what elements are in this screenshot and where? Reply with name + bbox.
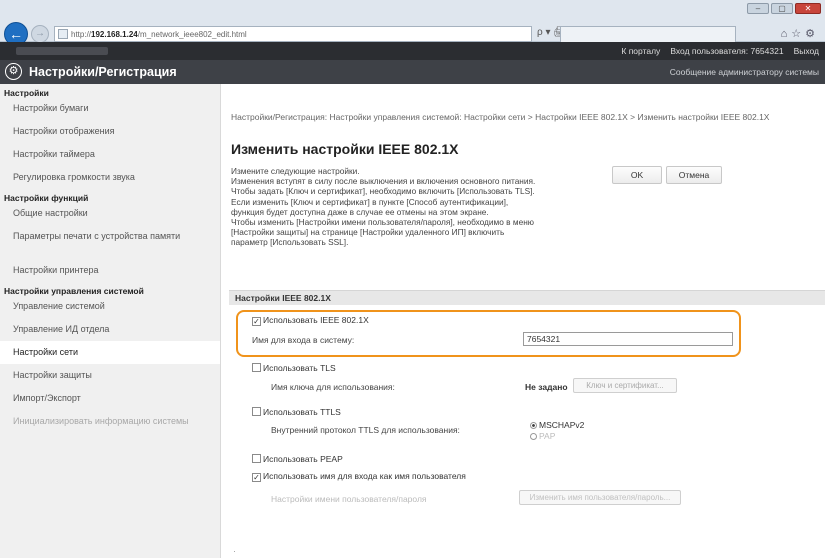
mschap-radio[interactable] — [530, 422, 537, 429]
sidebar-item-memory-print[interactable]: Параметры печати с устройства памяти — [0, 225, 220, 259]
sidebar-section-title: Настройки функций — [4, 193, 89, 203]
sidebar-item-system[interactable]: Управление системой — [0, 295, 220, 318]
use-tls-label: Использовать TLS — [263, 363, 336, 373]
sidebar-item-timer[interactable]: Настройки таймера — [0, 143, 220, 166]
use-ieee-checkbox[interactable]: ✓ — [252, 317, 261, 326]
admin-message-link[interactable]: Сообщение администратору системы — [670, 67, 819, 77]
use-peap-label: Использовать PEAP — [263, 454, 343, 464]
minimize-button[interactable]: – — [747, 3, 769, 14]
device-name-blurred — [16, 47, 108, 55]
logout-link[interactable]: Выход — [794, 46, 819, 56]
ttls-protocol-label: Внутренний протокол TTLS для использован… — [271, 425, 460, 435]
pap-radio[interactable] — [530, 433, 537, 440]
use-peap-row: Использовать PEAP — [252, 454, 343, 464]
ttls-option-pap: PAP — [530, 431, 555, 441]
forward-arrow-icon[interactable]: → — [31, 25, 49, 43]
top-bar: К порталу Вход пользователя: 7654321 Вых… — [0, 42, 825, 60]
portal-link[interactable]: К порталу — [621, 46, 660, 56]
close-button[interactable]: ✕ — [795, 3, 821, 14]
description-body: Измените следующие настройки. Изменения в… — [231, 166, 536, 248]
pap-label: PAP — [539, 431, 556, 441]
use-ttls-checkbox[interactable] — [252, 407, 261, 416]
page-title: Изменить настройки IEEE 802.1X — [231, 141, 459, 157]
mschap-label: MSCHAPv2 — [539, 420, 585, 430]
sidebar-item-security[interactable]: Настройки защиты — [0, 364, 220, 387]
sidebar-item-paper[interactable]: Настройки бумаги — [0, 97, 220, 120]
ttls-option-mschap: MSCHAPv2 — [530, 420, 584, 430]
breadcrumb: Настройки/Регистрация: Настройки управле… — [231, 112, 770, 122]
scroll-marker: · — [233, 546, 236, 556]
url-path: /m_network_ieee802_edit.html — [137, 29, 247, 39]
sidebar-item-printer[interactable]: Настройки принтера — [0, 259, 220, 282]
page-header: ⚙ Настройки/Регистрация Сообщение админи… — [0, 60, 825, 84]
sidebar-item-init[interactable]: Инициализировать информацию системы — [0, 410, 220, 444]
use-ieee-row: ✓ Использовать IEEE 802.1X — [252, 315, 369, 326]
use-ttls-row: Использовать TTLS — [252, 407, 341, 417]
use-login-as-user-checkbox[interactable]: ✓ — [252, 473, 261, 482]
url-prefix: http:// — [71, 29, 92, 39]
page-icon — [58, 29, 68, 39]
url-host: 192.168.1.24 — [91, 29, 138, 39]
address-bar[interactable]: http://192.168.1.24/m_network_ieee802_ed… — [54, 26, 532, 42]
sidebar-section-title: Настройки — [4, 88, 49, 98]
key-name-value: Не задано — [525, 382, 568, 392]
login-name-label: Имя для входа в систему: — [252, 335, 355, 345]
use-ttls-label: Использовать TTLS — [263, 407, 341, 417]
maximize-button[interactable]: ▢ — [771, 3, 793, 14]
use-ieee-label: Использовать IEEE 802.1X — [263, 315, 369, 325]
login-name-input[interactable]: 7654321 — [523, 332, 733, 346]
ok-button[interactable]: OK — [612, 166, 662, 184]
home-star-gear-icons[interactable]: ⌂☆⚙ — [781, 27, 819, 40]
settings-gear-icon: ⚙ — [5, 63, 22, 80]
cancel-button[interactable]: Отмена — [666, 166, 722, 184]
user-pass-label: Настройки имени пользователя/пароля — [271, 494, 427, 504]
use-tls-checkbox[interactable] — [252, 363, 261, 372]
sidebar: Настройки Настройки бумаги Настройки ото… — [0, 84, 221, 558]
description-text: Измените следующие настройки. Изменения в… — [231, 166, 641, 248]
login-label: Вход пользователя: — [670, 46, 749, 56]
section-title: Настройки IEEE 802.1X — [229, 290, 825, 305]
header-title: Настройки/Регистрация — [29, 65, 177, 79]
use-tls-row: Использовать TLS — [252, 363, 336, 373]
browser-chrome: – ▢ ✕ ← → http://192.168.1.24/m_network_… — [0, 0, 825, 46]
window-controls: – ▢ ✕ — [747, 3, 821, 14]
sidebar-item-import-export[interactable]: Импорт/Экспорт — [0, 387, 220, 410]
key-name-label: Имя ключа для использования: — [271, 382, 395, 392]
key-cert-button[interactable]: Ключ и сертификат... — [573, 378, 677, 393]
sidebar-item-display[interactable]: Настройки отображения — [0, 120, 220, 143]
sidebar-item-common[interactable]: Общие настройки — [0, 202, 220, 225]
use-login-as-user-row: ✓ Использовать имя для входа как имя поль… — [252, 471, 466, 482]
login-user: 7654321 — [750, 46, 784, 56]
use-peap-checkbox[interactable] — [252, 454, 261, 463]
sidebar-item-network[interactable]: Настройки сети — [0, 341, 220, 364]
user-pass-button[interactable]: Изменить имя пользователя/пароль... — [519, 490, 681, 505]
main-content: Настройки/Регистрация: Настройки управле… — [229, 84, 825, 558]
browser-tab[interactable] — [560, 26, 736, 42]
sidebar-item-dept-id[interactable]: Управление ИД отдела — [0, 318, 220, 341]
sidebar-item-volume[interactable]: Регулировка громкости звука — [0, 166, 220, 189]
use-login-as-user-label: Использовать имя для входа как имя польз… — [263, 471, 466, 481]
sidebar-section-title: Настройки управления системой — [4, 286, 144, 296]
